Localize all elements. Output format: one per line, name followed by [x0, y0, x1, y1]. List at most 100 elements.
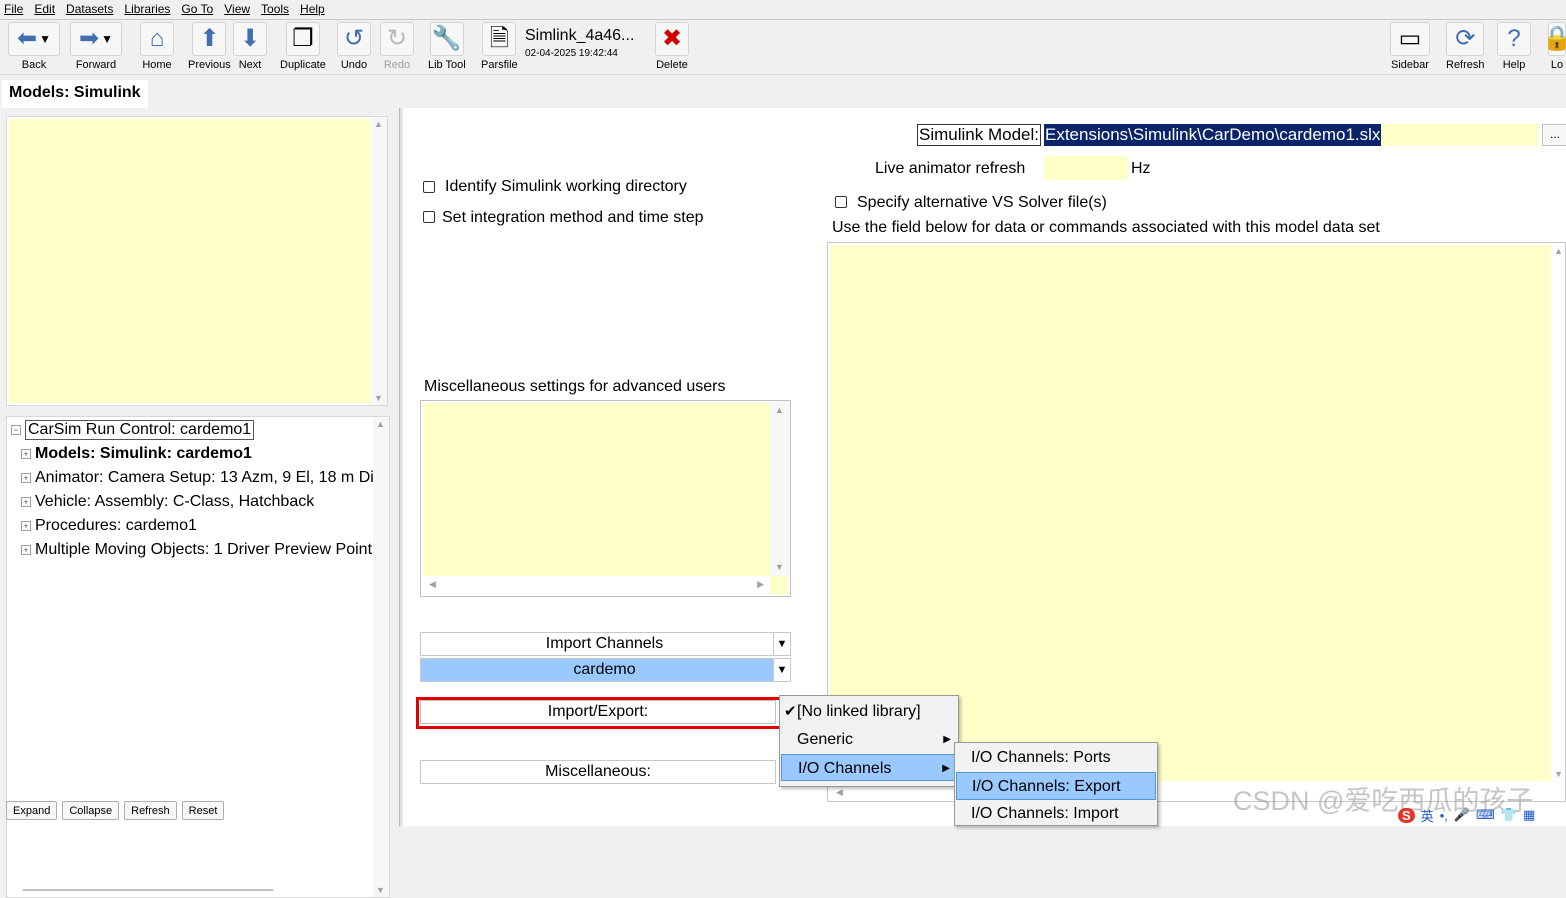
- duplicate-button[interactable]: ❐ Duplicate: [280, 22, 326, 74]
- io-channels-submenu: I/O Channels: Ports I/O Channels: Export…: [954, 742, 1158, 826]
- splitter[interactable]: [399, 108, 402, 826]
- menu-view[interactable]: View: [224, 2, 250, 16]
- chevron-down-icon[interactable]: ▼: [773, 632, 791, 656]
- expand-icon[interactable]: +: [21, 449, 31, 459]
- back-button[interactable]: ⬅ ▼ Back: [8, 22, 60, 74]
- forward-button[interactable]: ➡ ▼ Forward: [70, 22, 122, 74]
- parsfile-button[interactable]: 🗎 Parsfile: [481, 22, 518, 74]
- home-button[interactable]: ⌂ Home: [140, 22, 174, 74]
- scroll-down-icon[interactable]: ▼: [376, 885, 385, 895]
- undo-button[interactable]: ↺ Undo: [337, 22, 371, 74]
- menu-edit[interactable]: Edit: [34, 2, 55, 16]
- vertical-scrollbar[interactable]: ▲ ▼: [770, 401, 790, 576]
- keyboard-icon[interactable]: ⌨: [1476, 807, 1495, 823]
- tree-item[interactable]: + Procedures: cardemo1: [21, 515, 197, 537]
- title-bar: Models: Simulink: [0, 76, 1566, 108]
- lock-icon: 🔒: [1542, 25, 1566, 52]
- scroll-up-icon[interactable]: ▲: [376, 419, 385, 429]
- menu-item-io-channels[interactable]: I/O Channels ▶: [781, 754, 957, 781]
- menu-datasets[interactable]: Datasets: [66, 2, 113, 16]
- expand-button[interactable]: Expand: [6, 801, 58, 820]
- live-refresh-input[interactable]: [1044, 156, 1128, 180]
- lock-button[interactable]: 🔒 Lo: [1542, 22, 1566, 74]
- identify-directory-checkbox[interactable]: [423, 181, 435, 193]
- home-icon: ⌂: [149, 25, 165, 52]
- previous-button[interactable]: ⬆ Previous: [188, 22, 231, 74]
- scroll-down-icon[interactable]: ▼: [374, 393, 383, 403]
- delete-button[interactable]: ✖ Delete: [655, 22, 689, 74]
- document-icon: 🗎: [489, 25, 509, 52]
- microphone-icon[interactable]: 🎤: [1454, 807, 1470, 823]
- scroll-down-icon[interactable]: ▼: [1554, 769, 1563, 779]
- identify-directory-label: Identify Simulink working directory: [445, 178, 687, 195]
- import-channels-dropdown[interactable]: Import Channels: [420, 632, 789, 656]
- collapse-button[interactable]: Collapse: [62, 801, 120, 820]
- menu-item-no-library[interactable]: ✔ [No linked library]: [781, 698, 957, 725]
- scroll-left-icon[interactable]: ◀: [429, 579, 436, 590]
- collapse-icon[interactable]: −: [11, 425, 21, 435]
- tree-root[interactable]: − CarSim Run Control: cardemo1: [11, 419, 255, 441]
- notes-area[interactable]: ▲ ▼: [6, 116, 388, 406]
- help-button[interactable]: ? Help: [1497, 22, 1531, 74]
- reset-button[interactable]: Reset: [181, 801, 225, 820]
- refresh-button[interactable]: ⟳ Refresh: [1446, 22, 1485, 74]
- tree-item[interactable]: + Multiple Moving Objects: 1 Driver Prev…: [21, 539, 372, 561]
- punctuation-icon[interactable]: •,: [1440, 808, 1448, 823]
- scroll-left-icon[interactable]: ◀: [836, 787, 843, 798]
- tree-item[interactable]: + Vehicle: Assembly: C-Class, Hatchback: [21, 491, 314, 513]
- forward-arrow-icon: ➡: [79, 25, 100, 52]
- language-icon[interactable]: 英: [1421, 806, 1434, 825]
- expand-icon[interactable]: +: [21, 473, 31, 483]
- toolbar: ⬅ ▼ Back ➡ ▼ Forward ⌂ Home ⬆ Previous ⬇ N…: [0, 19, 1566, 75]
- submenu-arrow-icon: ▶: [942, 763, 950, 774]
- skin-icon[interactable]: 👕: [1501, 807, 1517, 823]
- tree-item[interactable]: + Models: Simulink: cardemo1: [21, 443, 252, 465]
- grid-icon[interactable]: ▦: [1523, 807, 1535, 823]
- sidebar-button[interactable]: ▭ Sidebar: [1390, 22, 1430, 74]
- expand-icon[interactable]: +: [21, 521, 31, 531]
- scroll-up-icon[interactable]: ▲: [1554, 246, 1563, 256]
- misc-settings-textarea[interactable]: ▲ ▼ ◀ ▶: [420, 400, 791, 597]
- next-button[interactable]: ⬇ Next: [233, 22, 267, 74]
- vertical-scrollbar[interactable]: ▲ ▼: [373, 417, 389, 897]
- wrench-icon: 🔧: [431, 25, 462, 52]
- simulink-model-field[interactable]: Extensions\Simulink\CarDemo\cardemo1.slx: [1044, 124, 1538, 146]
- menu-tools[interactable]: Tools: [261, 2, 289, 16]
- refresh-tree-button[interactable]: Refresh: [124, 801, 177, 820]
- use-field-label: Use the field below for data or commands…: [832, 219, 1380, 236]
- checkmark-icon: ✔: [784, 703, 797, 720]
- scroll-up-icon[interactable]: ▲: [775, 405, 784, 415]
- menu-item-io-ports[interactable]: I/O Channels: Ports: [956, 744, 1156, 772]
- menu-libraries[interactable]: Libraries: [124, 2, 170, 16]
- scroll-up-icon[interactable]: ▲: [374, 119, 383, 129]
- cardemo-dropdown[interactable]: cardemo: [420, 658, 789, 682]
- menu-item-io-import[interactable]: I/O Channels: Import: [956, 800, 1156, 828]
- horizontal-scrollbar[interactable]: [23, 889, 273, 891]
- dropdown-icon[interactable]: ▼: [39, 33, 51, 45]
- sogou-icon[interactable]: S: [1398, 807, 1415, 823]
- solver-checkbox[interactable]: [835, 196, 847, 208]
- integration-checkbox[interactable]: [423, 211, 435, 223]
- chevron-down-icon[interactable]: ▼: [773, 658, 791, 682]
- vertical-scrollbar[interactable]: ▲ ▼: [371, 117, 387, 405]
- menu-file[interactable]: File: [4, 2, 23, 16]
- menu-goto[interactable]: Go To: [181, 2, 213, 16]
- expand-icon[interactable]: +: [21, 497, 31, 507]
- highlight-box: [416, 697, 782, 729]
- simulink-model-button[interactable]: Simulink Model:: [917, 124, 1041, 146]
- miscellaneous-button[interactable]: Miscellaneous:: [420, 760, 776, 784]
- libtool-button[interactable]: 🔧 Lib Tool: [428, 22, 466, 74]
- expand-icon[interactable]: +: [21, 545, 31, 555]
- tree-item[interactable]: + Animator: Camera Setup: 13 Azm, 9 El, …: [21, 467, 382, 489]
- menu-item-io-export[interactable]: I/O Channels: Export: [956, 772, 1156, 800]
- dropdown-icon[interactable]: ▼: [101, 33, 113, 45]
- main-panel: Simulink Model: Extensions\Simulink\CarD…: [403, 108, 1566, 826]
- menu-item-generic[interactable]: Generic ▶: [781, 726, 957, 753]
- scroll-right-icon[interactable]: ▶: [757, 579, 764, 590]
- menu-help[interactable]: Help: [300, 2, 325, 16]
- browse-button[interactable]: ...: [1542, 124, 1566, 146]
- misc-settings-label: Miscellaneous settings for advanced user…: [424, 378, 726, 395]
- delete-x-icon: ✖: [661, 25, 683, 52]
- redo-button[interactable]: ↻ Redo: [380, 22, 414, 74]
- scroll-down-icon[interactable]: ▼: [775, 562, 784, 572]
